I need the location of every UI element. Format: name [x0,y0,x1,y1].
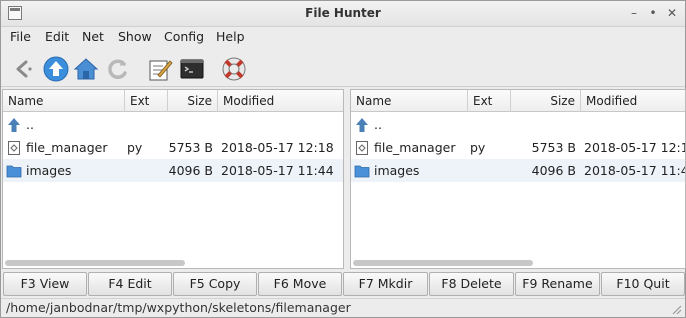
up-icon[interactable] [42,55,70,83]
column-header-modified[interactable]: Modified [581,90,685,112]
file-size: 5753 B [168,140,213,155]
menu-help[interactable]: Help [216,29,245,44]
column-header-name[interactable]: Name [351,90,468,112]
list-item[interactable]: .. [351,113,685,136]
toolbar [1,51,685,87]
column-header-size[interactable]: Size [168,90,218,112]
list-item[interactable]: file_manager py 5753 B 2018-05-17 12:18 [351,136,685,159]
column-header-size[interactable]: Size [511,90,581,112]
delete-button[interactable]: F8 Delete [429,272,514,296]
column-header-modified[interactable]: Modified [218,90,343,112]
title-bar: File Hunter – • ✕ [1,1,685,27]
horizontal-scrollbar[interactable] [353,260,533,266]
list-item[interactable]: images 4096 B 2018-05-17 11:44 [3,159,343,182]
file-size: 4096 B [531,163,576,178]
home-icon[interactable] [72,55,100,83]
current-path: /home/janbodnar/tmp/wxpython/skeletons/f… [6,300,351,315]
function-key-bar: F3 View F4 Edit F5 Copy F6 Move F7 Mkdir… [2,272,686,296]
move-button[interactable]: F6 Move [258,272,342,296]
right-panel-header: Name Ext Size Modified [351,90,685,112]
minimize-icon[interactable]: – [625,4,643,22]
resize-grip-icon[interactable] [670,303,682,315]
file-icon [354,140,370,156]
file-size: 5753 B [531,140,576,155]
file-name: images [26,163,72,178]
up-arrow-icon [6,117,22,133]
column-header-name[interactable]: Name [3,90,125,112]
menu-bar: File Edit Net Show Config Help [1,27,685,47]
column-header-ext[interactable]: Ext [125,90,168,112]
file-name: file_manager [26,140,108,155]
left-panel-header: Name Ext Size Modified [3,90,343,112]
copy-button[interactable]: F5 Copy [173,272,257,296]
status-bar: /home/janbodnar/tmp/wxpython/skeletons/f… [1,298,685,317]
file-modified: 2018-05-17 12:18 [221,140,334,155]
column-header-ext[interactable]: Ext [468,90,511,112]
menu-net[interactable]: Net [82,29,104,44]
file-ext: py [470,140,486,155]
folder-icon [6,163,22,179]
refresh-icon[interactable] [104,55,132,83]
file-size: 4096 B [168,163,213,178]
help-lifebuoy-icon[interactable] [220,55,248,83]
mkdir-button[interactable]: F7 Mkdir [343,272,428,296]
view-button[interactable]: F3 View [3,272,87,296]
maximize-icon[interactable]: • [644,4,662,22]
file-name: .. [374,117,382,132]
right-file-panel[interactable]: Name Ext Size Modified .. file_manager p… [350,89,686,269]
left-file-panel[interactable]: Name Ext Size Modified .. file_manager p… [2,89,344,269]
horizontal-scrollbar[interactable] [5,260,185,266]
edit-icon[interactable] [146,55,174,83]
menu-config[interactable]: Config [164,29,204,44]
file-icon [6,140,22,156]
quit-button[interactable]: F10 Quit [601,272,685,296]
window-title: File Hunter [305,6,381,20]
menu-edit[interactable]: Edit [45,29,69,44]
file-modified: 2018-05-17 12:18 [584,140,686,155]
file-modified: 2018-05-17 11:44 [584,163,686,178]
list-item[interactable]: file_manager py 5753 B 2018-05-17 12:18 [3,136,343,159]
file-name: images [374,163,420,178]
terminal-icon[interactable] [178,55,206,83]
rename-button[interactable]: F9 Rename [515,272,600,296]
back-icon[interactable] [10,55,38,83]
menu-show[interactable]: Show [118,29,152,44]
edit-button[interactable]: F4 Edit [88,272,172,296]
file-modified: 2018-05-17 11:44 [221,163,334,178]
up-arrow-icon [354,117,370,133]
file-ext: py [127,140,143,155]
folder-icon [354,163,370,179]
close-icon[interactable]: ✕ [663,4,681,22]
menu-file[interactable]: File [10,29,31,44]
list-item[interactable]: .. [3,113,343,136]
list-item[interactable]: images 4096 B 2018-05-17 11:44 [351,159,685,182]
app-window: File Hunter – • ✕ File Edit Net Show Con… [0,0,686,318]
file-name: .. [26,117,34,132]
file-name: file_manager [374,140,456,155]
